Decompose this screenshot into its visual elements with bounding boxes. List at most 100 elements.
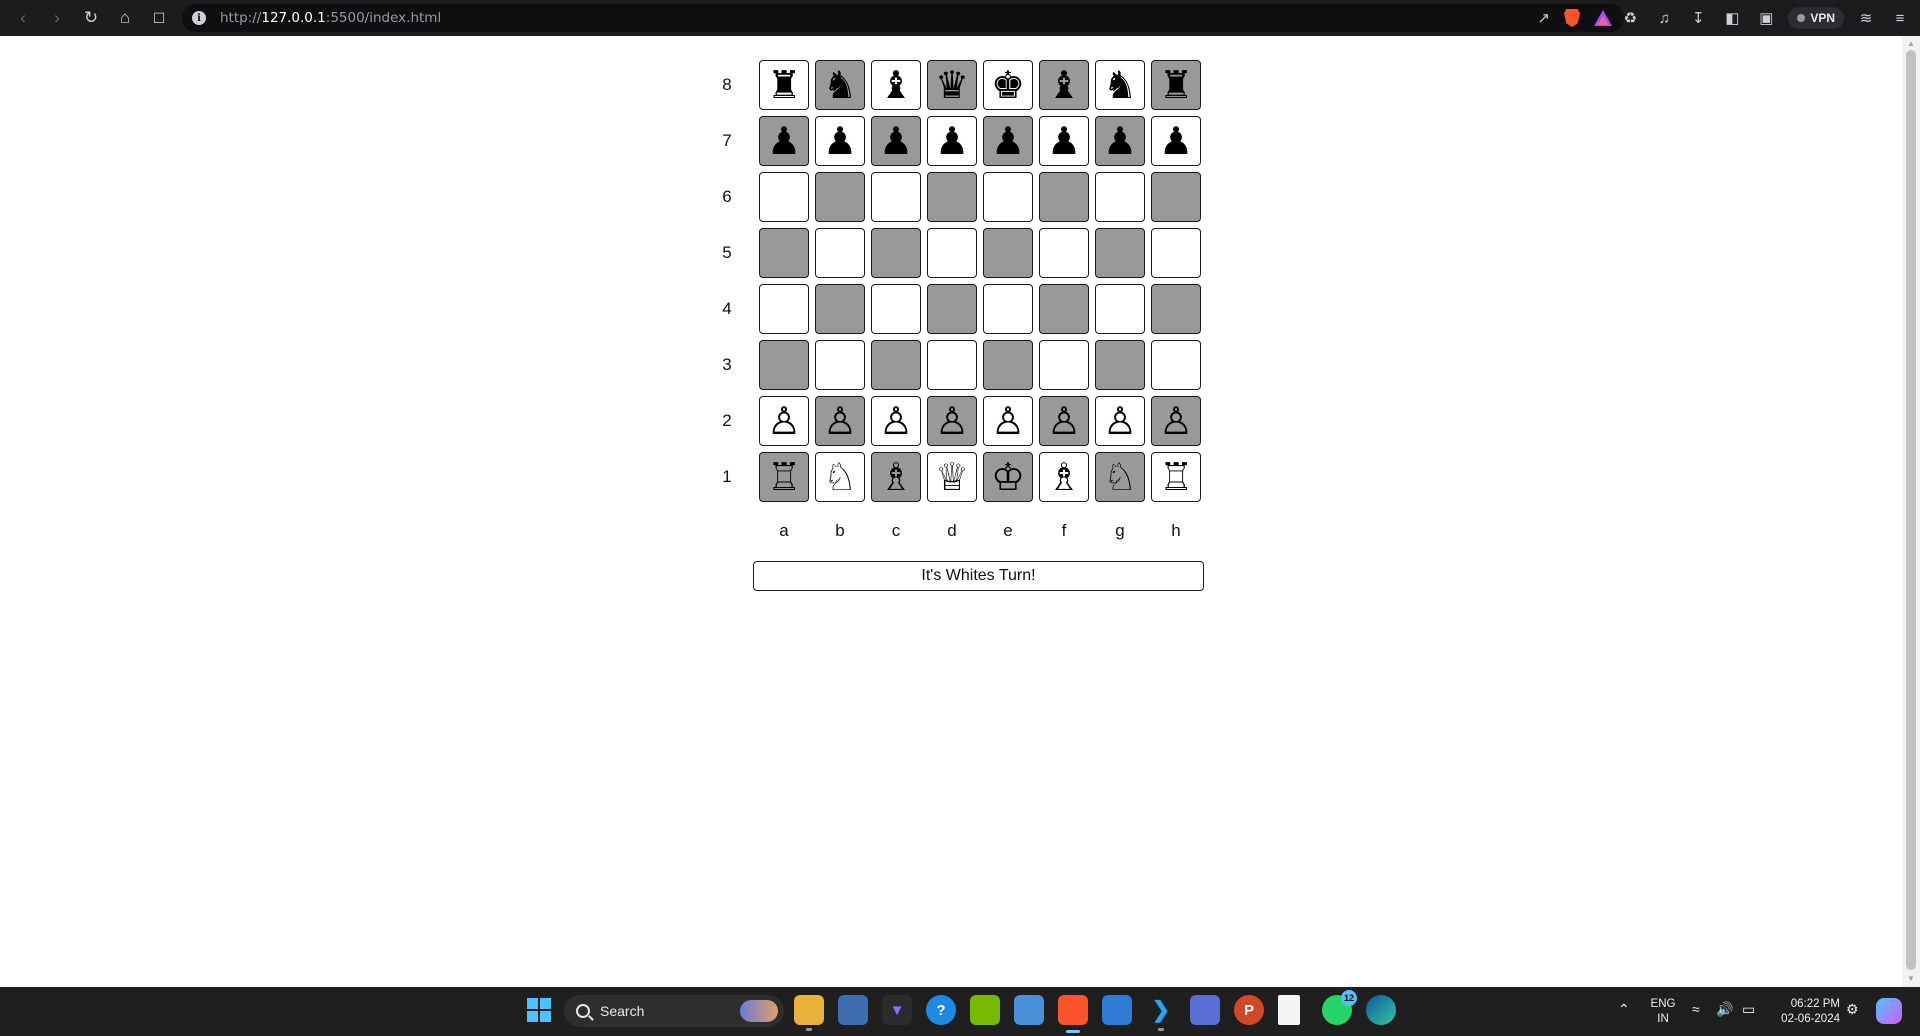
square-c4[interactable] [871,284,921,334]
square-a8[interactable]: ♜ [759,60,809,110]
chevron-up-icon[interactable]: ⌃ [1618,1001,1630,1018]
square-g4[interactable] [1095,284,1145,334]
square-c1[interactable]: ♗ [871,452,921,502]
square-c8[interactable]: ♝ [871,60,921,110]
scroll-up-icon[interactable]: ▲ [1906,39,1916,49]
chess-piece-icon[interactable]: ♟ [991,122,1025,160]
square-h8[interactable]: ♜ [1151,60,1201,110]
square-c7[interactable]: ♟ [871,116,921,166]
brave-browser-icon[interactable] [1058,995,1088,1033]
chess-piece-icon[interactable]: ♙ [991,402,1025,440]
square-b5[interactable] [815,228,865,278]
square-f7[interactable]: ♟ [1039,116,1089,166]
square-b1[interactable]: ♘ [815,452,865,502]
vscode-icon[interactable]: ❯ [1146,995,1176,1031]
chess-piece-icon[interactable]: ♙ [1103,402,1137,440]
downloads-icon[interactable]: ↧ [1686,6,1710,30]
chess-piece-icon[interactable]: ♚ [991,66,1025,104]
edge-icon[interactable] [1366,995,1396,1025]
square-c2[interactable]: ♙ [871,396,921,446]
chess-piece-icon[interactable]: ♙ [1047,402,1081,440]
square-f4[interactable] [1039,284,1089,334]
chess-piece-icon[interactable]: ♟ [879,122,913,160]
chess-piece-icon[interactable]: ♘ [823,458,857,496]
chess-piece-icon[interactable]: ♞ [823,66,857,104]
square-f3[interactable] [1039,340,1089,390]
wifi-icon[interactable]: ≈ [1692,1001,1700,1017]
square-e1[interactable]: ♔ [983,452,1033,502]
square-d5[interactable] [927,228,977,278]
vector-app-icon[interactable]: ▼ [882,995,912,1025]
square-a2[interactable]: ♙ [759,396,809,446]
square-a5[interactable] [759,228,809,278]
home-icon[interactable]: ⌂ [108,0,142,36]
square-d6[interactable] [927,172,977,222]
square-e2[interactable]: ♙ [983,396,1033,446]
square-g5[interactable] [1095,228,1145,278]
chess-piece-icon[interactable]: ♗ [1047,458,1081,496]
square-f1[interactable]: ♗ [1039,452,1089,502]
language-indicator[interactable]: ENG IN [1648,997,1678,1027]
square-h6[interactable] [1151,172,1201,222]
square-e4[interactable] [983,284,1033,334]
square-a3[interactable] [759,340,809,390]
square-d7[interactable]: ♟ [927,116,977,166]
chess-piece-icon[interactable]: ♕ [935,458,969,496]
chess-piece-icon[interactable]: ♙ [767,402,801,440]
square-e5[interactable] [983,228,1033,278]
media-icon[interactable]: ♫ [1652,6,1676,30]
square-a1[interactable]: ♖ [759,452,809,502]
vpn-button[interactable]: VPN [1788,7,1844,29]
square-b6[interactable] [815,172,865,222]
back-icon[interactable]: ‹ [6,0,40,36]
chess-piece-icon[interactable]: ♟ [1047,122,1081,160]
clock[interactable]: 06:22 PM 02-06-2024 [1770,997,1840,1027]
remote-desktop-icon[interactable] [1014,995,1044,1025]
square-e6[interactable] [983,172,1033,222]
square-g7[interactable]: ♟ [1095,116,1145,166]
extensions-icon[interactable]: ♻ [1618,6,1642,30]
brave-shields-icon[interactable] [1564,9,1580,27]
chess-piece-icon[interactable]: ♖ [1159,458,1193,496]
square-c3[interactable] [871,340,921,390]
chess-piece-icon[interactable]: ♛ [935,66,969,104]
chess-piece-icon[interactable]: ♟ [767,122,801,160]
chess-piece-icon[interactable]: ♟ [1103,122,1137,160]
square-b7[interactable]: ♟ [815,116,865,166]
notepad-icon[interactable] [1278,995,1300,1025]
square-g8[interactable]: ♞ [1095,60,1145,110]
square-c5[interactable] [871,228,921,278]
square-f6[interactable] [1039,172,1089,222]
chess-piece-icon[interactable]: ♜ [767,66,801,104]
square-b8[interactable]: ♞ [815,60,865,110]
notifications-icon[interactable]: ⚙ [1846,1001,1859,1018]
wallet-icon[interactable]: ▣ [1754,6,1778,30]
square-b2[interactable]: ♙ [815,396,865,446]
chess-piece-icon[interactable]: ♙ [935,402,969,440]
volume-icon[interactable]: 🔊 [1716,1001,1733,1018]
square-f2[interactable]: ♙ [1039,396,1089,446]
start-button[interactable] [524,995,554,1025]
chess-piece-icon[interactable]: ♝ [879,66,913,104]
bookmark-icon[interactable]: ☐ [142,0,176,36]
square-f5[interactable] [1039,228,1089,278]
address-bar[interactable]: i http://127.0.0.1:5500/index.html ↗ [182,4,1624,32]
square-h2[interactable]: ♙ [1151,396,1201,446]
forward-icon[interactable]: › [40,0,74,36]
scroll-thumb[interactable] [1906,50,1916,970]
square-d4[interactable] [927,284,977,334]
brave-rewards-icon[interactable] [1594,10,1612,26]
taskbar-search[interactable]: Search [564,995,784,1027]
nvidia-icon[interactable] [970,995,1000,1025]
square-e3[interactable] [983,340,1033,390]
menu-icon[interactable]: ≡ [1888,6,1912,30]
battery-icon[interactable]: ▭ [1742,1001,1755,1018]
square-h3[interactable] [1151,340,1201,390]
chess-piece-icon[interactable]: ♜ [1159,66,1193,104]
file-explorer-icon[interactable] [794,995,824,1031]
reload-icon[interactable]: ↻ [74,0,108,36]
chess-piece-icon[interactable]: ♗ [879,458,913,496]
square-h7[interactable]: ♟ [1151,116,1201,166]
site-info-icon[interactable]: i [192,11,206,25]
square-g3[interactable] [1095,340,1145,390]
